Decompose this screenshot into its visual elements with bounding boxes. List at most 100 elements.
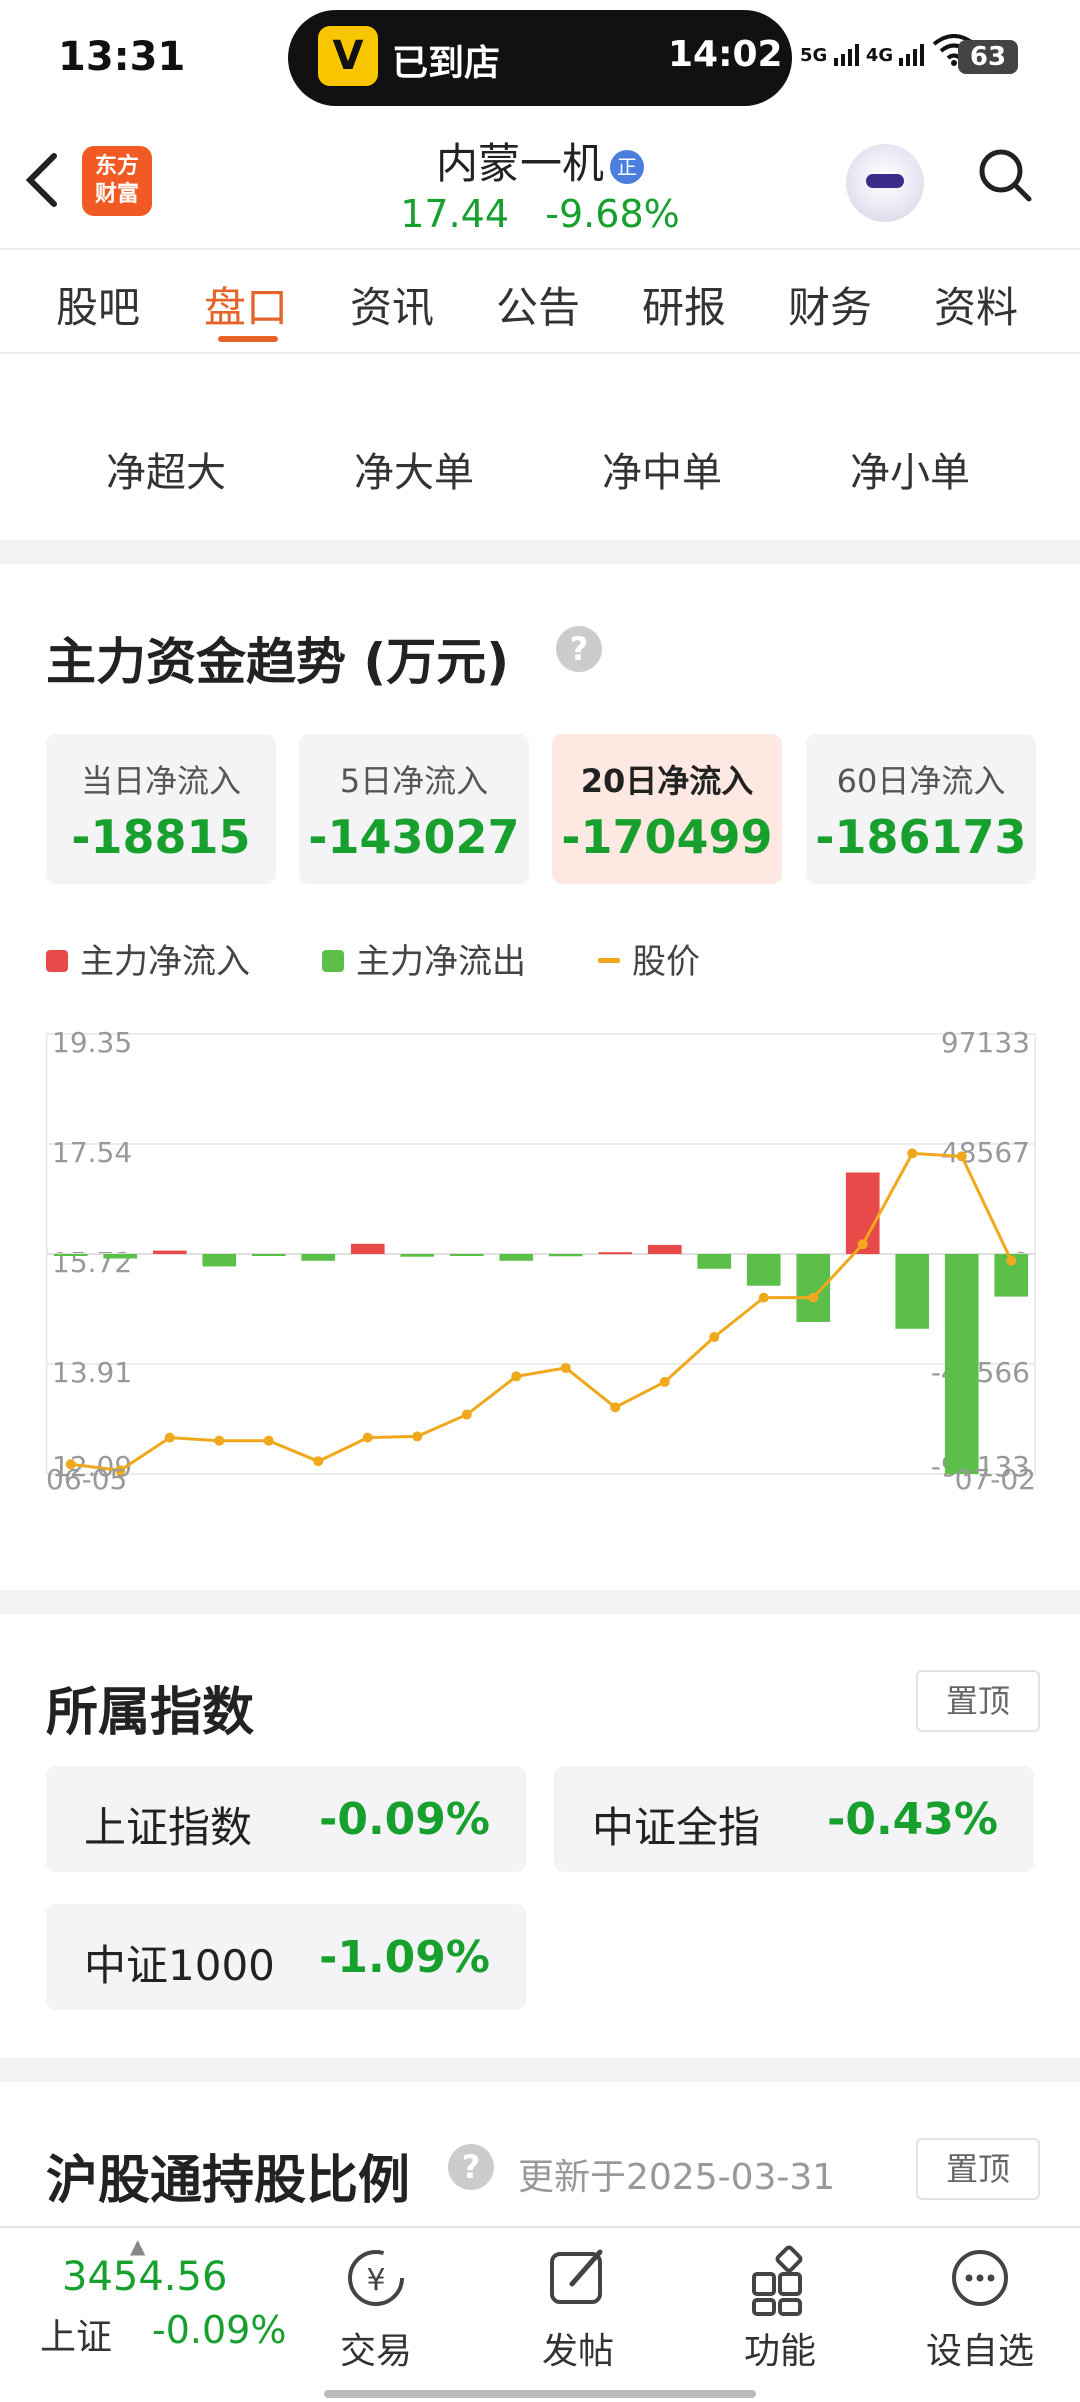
price-tick-label: 15.72 [52, 1246, 132, 1279]
outflow-bar [746, 1254, 781, 1286]
nav-apps[interactable]: 功能 [700, 2238, 860, 2374]
stat-value: -186173 [815, 810, 1027, 864]
nav-post[interactable]: 发帖 [498, 2238, 658, 2374]
inflow-bar [598, 1252, 633, 1255]
index-change: -0.09% [319, 1794, 490, 1845]
sse-index-name: 上证 [40, 2317, 113, 2358]
tab-profile[interactable]: 资料 [934, 274, 1018, 335]
index-item-sse[interactable]: 上证指数 -0.09% [46, 1766, 526, 1872]
tab-announcements[interactable]: 公告 [496, 274, 580, 335]
app-icon: V [318, 26, 378, 86]
x-end-label: 07-02 [955, 1463, 1036, 1494]
subtab-large[interactable]: 净大单 [354, 440, 474, 498]
stat-today-net-inflow[interactable]: 当日净流入 -18815 [46, 734, 276, 884]
stock-change-pct: -9.68% [545, 192, 680, 236]
price-point [560, 1362, 571, 1373]
stat-label: 当日净流入 [80, 762, 241, 800]
outflow-bar [697, 1254, 732, 1269]
stat-value: -170499 [561, 810, 773, 864]
outflow-bar [944, 1254, 979, 1474]
price-tick-label: 17.54 [52, 1136, 132, 1169]
sse-index-value[interactable]: 3454.56 [62, 2254, 227, 2300]
nav-label: 设自选 [925, 2331, 1034, 2372]
tab-pankou[interactable]: 盘口 [204, 274, 288, 335]
legend-label: 主力净流出 [356, 942, 526, 982]
signal-5g-label: 5G [800, 45, 828, 66]
price-point [214, 1435, 225, 1446]
legend-line-orange [598, 958, 620, 963]
more-icon [900, 2238, 1060, 2318]
tab-finance[interactable]: 财务 [788, 274, 872, 335]
pin-button[interactable]: 置顶 [916, 1670, 1040, 1732]
nav-label: 交易 [339, 2331, 412, 2372]
subtab-medium[interactable]: 净中单 [602, 440, 722, 498]
nav-label: 发帖 [541, 2331, 614, 2372]
dynamic-island-notification[interactable]: V 已到店 14:02 [288, 10, 792, 106]
battery-icon: 63 [958, 40, 1018, 74]
price-point [659, 1376, 670, 1387]
post-icon [498, 2238, 658, 2318]
subtab-small[interactable]: 净小单 [850, 440, 970, 498]
index-section-title: 所属指数 [46, 1683, 255, 1743]
price-point [857, 1239, 868, 1250]
stat-5d-net-inflow[interactable]: 5日净流入 -143027 [299, 734, 529, 884]
legend-swatch-red [46, 949, 68, 972]
signal-bars-icon [899, 44, 925, 66]
bottom-bar: ▲ 3454.56 上证 -0.09% ¥ 交易 发帖 功能 设自选 [0, 2226, 1080, 2402]
updated-date: 更新于2025-03-31 [518, 2157, 836, 2198]
flow-tick-label: 97133 [941, 1026, 1030, 1059]
chart-svg: 19.359713317.544856715.72013.91-4856612.… [46, 1026, 1036, 1494]
price-point [313, 1456, 324, 1467]
price-point [758, 1292, 769, 1303]
stock-name-text: 内蒙一机 [435, 139, 604, 188]
help-icon[interactable]: ? [556, 626, 602, 672]
index-item-csi-all[interactable]: 中证全指 -0.43% [554, 1766, 1034, 1872]
tab-research[interactable]: 研报 [642, 274, 726, 335]
index-name: 中证1000 [84, 1941, 275, 1990]
notification-text: 已到店 [392, 43, 501, 84]
tab-news[interactable]: 资讯 [350, 274, 434, 335]
help-icon[interactable]: ? [448, 2144, 494, 2190]
search-icon[interactable] [978, 148, 1032, 202]
sse-index-change: -0.09% [152, 2308, 287, 2352]
outflow-bar [103, 1254, 138, 1259]
stock-badge-icon: 正 [610, 149, 644, 184]
nav-add-watchlist[interactable]: 设自选 [900, 2238, 1060, 2374]
legend-label: 主力净流入 [80, 942, 250, 982]
pin-button[interactable]: 置顶 [916, 2138, 1040, 2200]
subtab-super-large[interactable]: 净超大 [106, 440, 226, 498]
stock-header: 东方 财富 内蒙一机正 17.44 -9.68% [0, 120, 1080, 250]
legend-price: 股价 [598, 934, 700, 983]
price-point [956, 1151, 967, 1162]
home-indicator [324, 2390, 756, 2398]
outflow-bar [53, 1254, 88, 1256]
outflow-bar [895, 1254, 930, 1329]
assistant-robot-icon[interactable] [846, 144, 924, 222]
outflow-bar [796, 1254, 831, 1322]
x-start-label: 06-05 [46, 1463, 127, 1494]
price-point [808, 1292, 819, 1303]
index-card: 所属指数 置顶 上证指数 -0.09% 中证全指 -0.43% 中证1000 -… [0, 1614, 1080, 2058]
trade-icon: ¥ [296, 2238, 456, 2318]
fund-flow-chart[interactable]: 19.359713317.544856715.72013.91-4856612.… [46, 1014, 1036, 1494]
main-fund-trend-card: 主力资金趋势 (万元) ? 当日净流入 -18815 5日净流入 -143027… [0, 564, 1080, 1590]
hk-connect-card: 沪股通持股比例 ? 更新于2025-03-31 置顶 [0, 2082, 1080, 2226]
tab-guba[interactable]: 股吧 [56, 274, 140, 335]
stat-label: 60日净流入 [836, 762, 1006, 800]
outflow-bar [301, 1254, 336, 1261]
index-item-csi1000[interactable]: 中证1000 -1.09% [46, 1904, 526, 2010]
nav-trade[interactable]: ¥ 交易 [296, 2238, 456, 2374]
price-point [362, 1432, 373, 1443]
stat-60d-net-inflow[interactable]: 60日净流入 -186173 [806, 734, 1036, 884]
signal-icons: 5G 4G [800, 34, 976, 66]
price-point [1006, 1255, 1017, 1266]
main-tabs: 股吧 盘口 资讯 公告 研报 财务 资料 [0, 250, 1080, 354]
legend-label: 股价 [632, 942, 700, 982]
stat-20d-net-inflow[interactable]: 20日净流入 -170499 [552, 734, 782, 884]
outflow-bar [400, 1254, 435, 1257]
stat-label: 20日净流入 [580, 762, 754, 800]
index-change: -1.09% [319, 1932, 490, 1983]
outflow-bar [251, 1254, 286, 1256]
inflow-bar [350, 1243, 385, 1254]
active-tab-indicator [218, 336, 278, 342]
